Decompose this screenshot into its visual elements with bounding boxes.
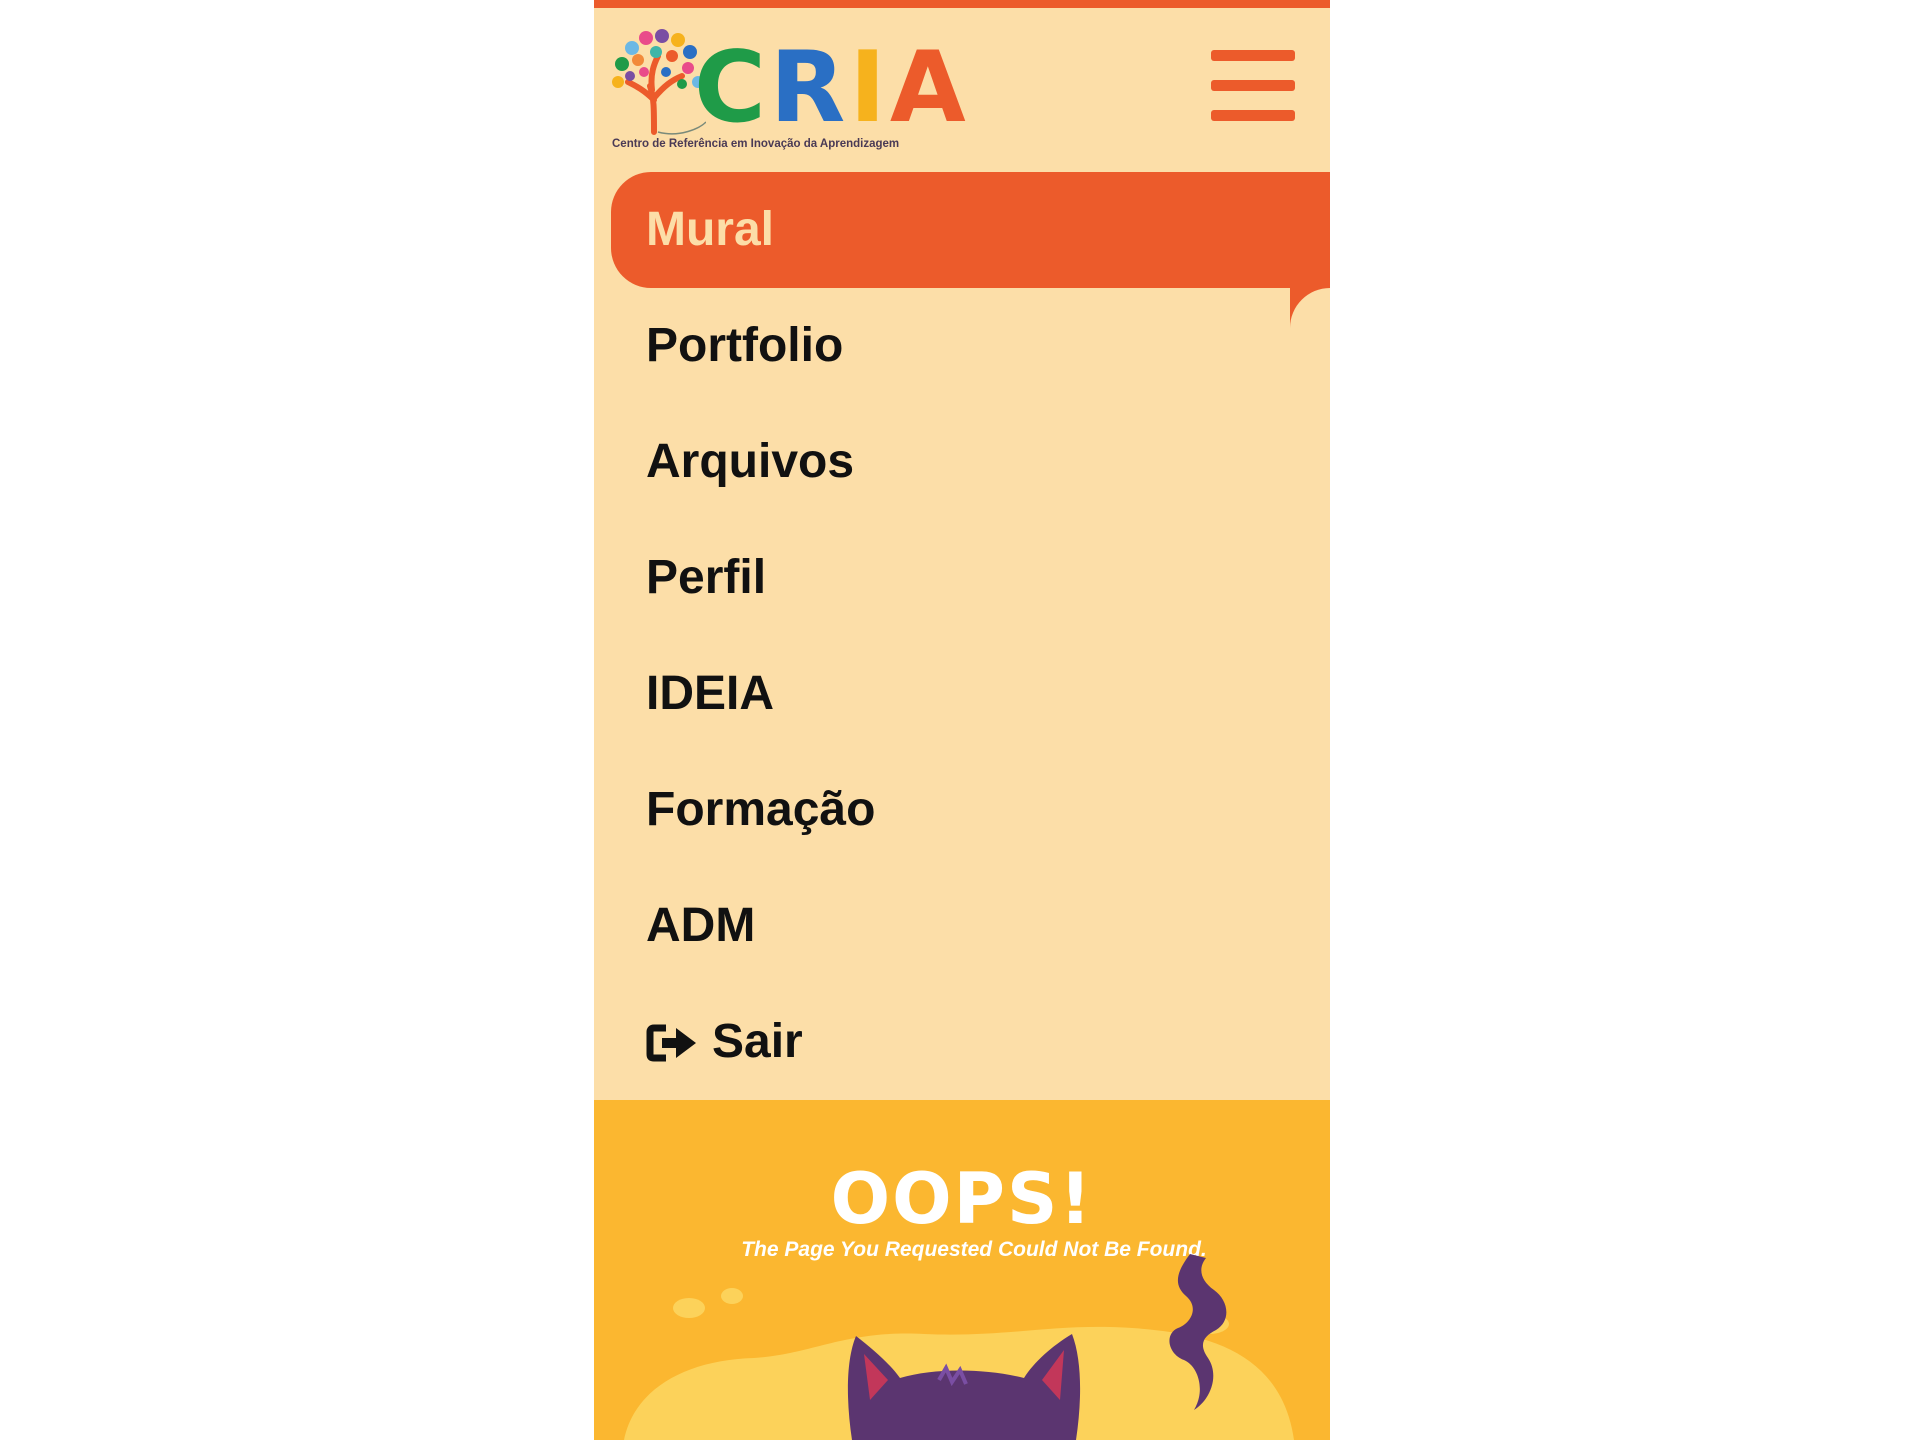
cria-logo[interactable]: CRIA Centro de Referência em Inovação da…: [610, 28, 966, 154]
menu-item-ideia[interactable]: IDEIA: [594, 636, 1330, 752]
menu-item-label: Portfolio: [646, 319, 844, 372]
menu-item-label: Arquivos: [646, 435, 855, 488]
menu-item-label: Sair: [712, 1015, 803, 1068]
cat-illustration: [624, 1254, 1294, 1440]
menu-item-mural[interactable]: Mural: [594, 172, 1330, 288]
error-title: OOPS!: [830, 1158, 1094, 1240]
side-menu: Mural Portfolio Arquivos Perfil IDEIA Fo…: [594, 172, 1330, 1100]
sign-out-icon: [646, 1024, 696, 1062]
menu-item-sair[interactable]: Sair: [594, 984, 1330, 1100]
logo-wordmark: CRIA: [694, 31, 970, 145]
hamburger-icon[interactable]: [1211, 50, 1295, 122]
logo-letter-r: R: [769, 31, 850, 145]
error-panel: OOPS! The Page You Requested Could Not B…: [594, 1100, 1330, 1440]
logo-letter-c: C: [694, 31, 770, 145]
menu-item-arquivos[interactable]: Arquivos: [594, 404, 1330, 520]
mobile-viewport: CRIA Centro de Referência em Inovação da…: [594, 0, 1330, 1440]
menu-item-label: IDEIA: [646, 667, 775, 720]
menu-item-formacao[interactable]: Formação: [594, 752, 1330, 868]
menu-item-label: Mural: [646, 203, 775, 256]
logo-letter-a: A: [889, 31, 970, 145]
menu-item-label: Formação: [646, 783, 876, 836]
header: CRIA Centro de Referência em Inovação da…: [594, 8, 1330, 168]
logo-letter-i: I: [849, 31, 890, 145]
logo-tagline: Centro de Referência em Inovação da Apre…: [612, 138, 900, 150]
menu-item-adm[interactable]: ADM: [594, 868, 1330, 984]
tree-logo-icon: [612, 29, 706, 135]
menu-item-perfil[interactable]: Perfil: [594, 520, 1330, 636]
menu-item-label: Perfil: [646, 551, 767, 604]
top-accent-bar: [594, 0, 1330, 8]
menu-item-label: ADM: [646, 899, 756, 952]
menu-item-portfolio[interactable]: Portfolio: [594, 288, 1330, 404]
active-corner-curve: [1290, 288, 1330, 328]
